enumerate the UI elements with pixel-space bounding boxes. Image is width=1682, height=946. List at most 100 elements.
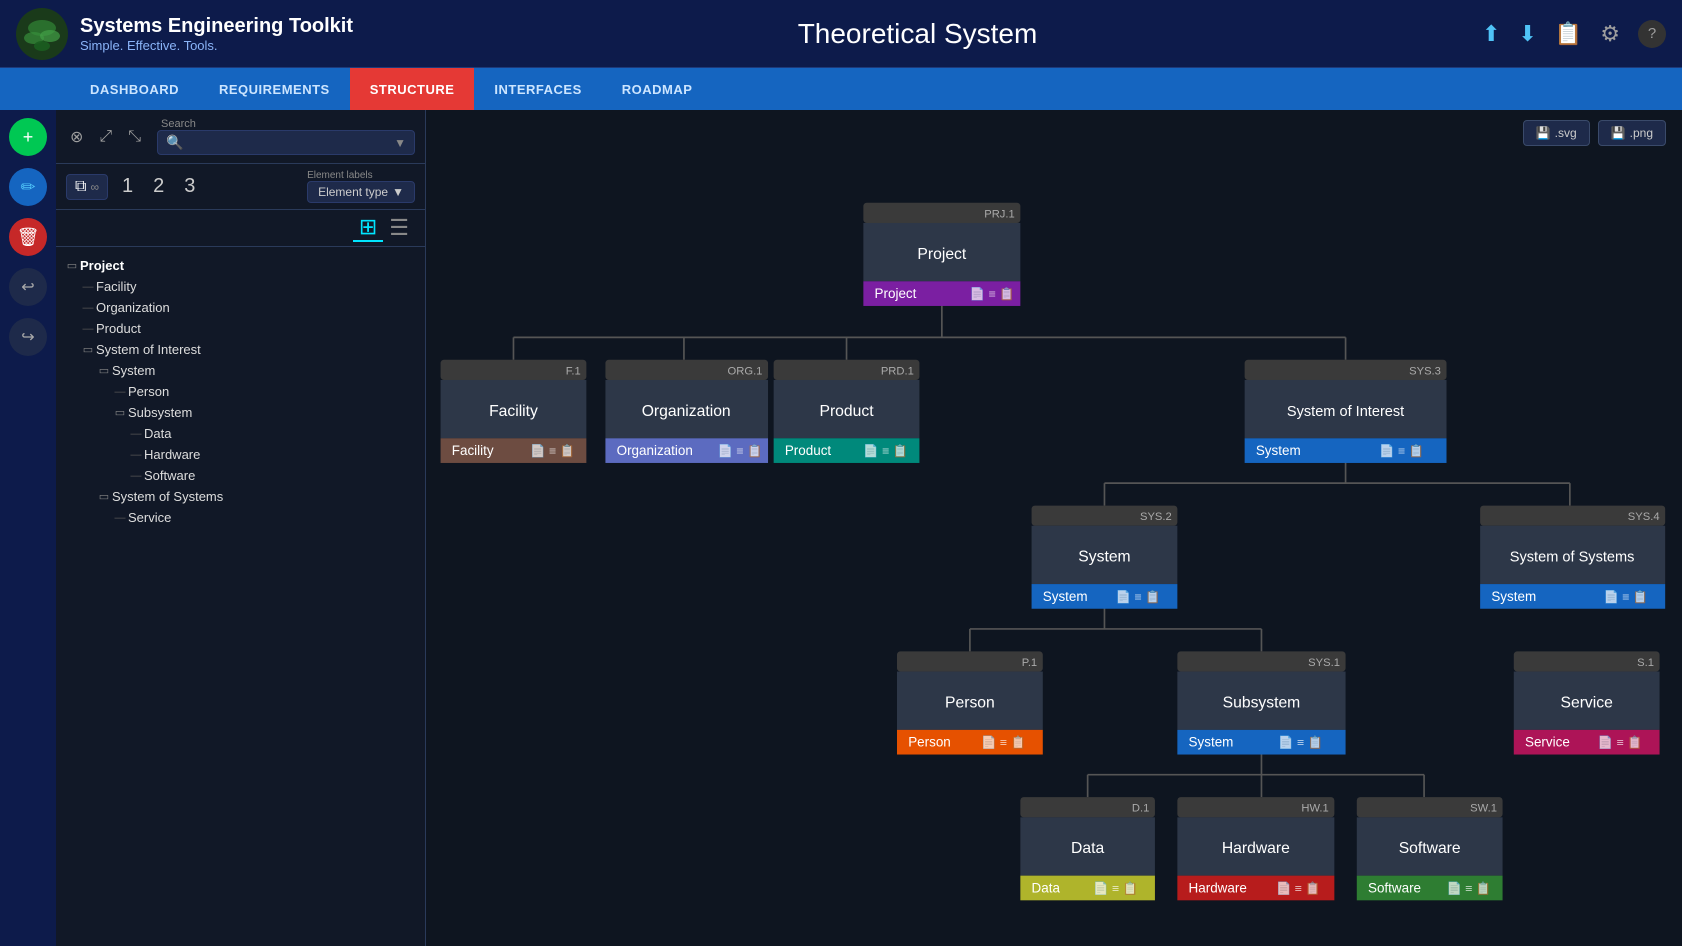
tree-item-data[interactable]: Data xyxy=(56,423,425,444)
tree-item-software[interactable]: Software xyxy=(56,465,425,486)
svg-text:System: System xyxy=(1256,443,1301,458)
node-hw1[interactable]: HW.1 Hardware Hardware 📄 ≡ 📋 xyxy=(1177,797,1334,900)
tree-item-system[interactable]: ▭ System xyxy=(56,360,425,381)
svg-text:Facility: Facility xyxy=(452,443,494,458)
tree-item-subsystem[interactable]: ▭ Subsystem xyxy=(56,402,425,423)
add-button[interactable]: + xyxy=(9,118,47,156)
close-btn[interactable]: ⊗ xyxy=(66,125,87,149)
tree-item-product[interactable]: Product xyxy=(56,318,425,339)
export-png-btn[interactable]: 💾 .png xyxy=(1598,120,1666,146)
search-input[interactable] xyxy=(189,135,388,150)
node-sys3[interactable]: SYS.3 System of Interest System 📄 ≡ 📋 xyxy=(1245,360,1447,463)
depth-toolbar: ⧉ ∞ 1 2 3 Element labels Element type ▼ xyxy=(56,164,425,210)
app-subtitle: Simple. Effective. Tools. xyxy=(80,38,353,53)
tree-label-organization: Organization xyxy=(96,300,170,315)
export-svg-btn[interactable]: 💾 .svg xyxy=(1523,120,1590,146)
layers-icon: ⧉ xyxy=(75,178,86,196)
svg-text:F.1: F.1 xyxy=(566,365,581,377)
tree-toggle-soi[interactable]: ▭ xyxy=(80,343,96,356)
search-label: Search xyxy=(161,118,415,130)
export-buttons: 💾 .svg 💾 .png xyxy=(1523,120,1666,146)
diagram-svg: PRJ.1 Project Project 📄 ≡ 📋 F.1 Facility… xyxy=(426,110,1682,946)
search-dropdown-icon[interactable]: ▼ xyxy=(394,136,406,150)
nav-dashboard[interactable]: DASHBOARD xyxy=(70,68,199,110)
tree-label-software: Software xyxy=(144,468,195,483)
svg-text:SYS.4: SYS.4 xyxy=(1628,511,1660,523)
svg-text:📄 ≡ 📋: 📄 ≡ 📋 xyxy=(1276,880,1321,895)
svg-text:SYS.2: SYS.2 xyxy=(1140,511,1172,523)
svg-text:Organization: Organization xyxy=(642,403,731,420)
tree-toolbar: ⊗ ⤢ ⤡ Search 🔍 ▼ xyxy=(56,110,425,164)
diagram-area: 💾 .svg 💾 .png xyxy=(426,110,1682,946)
infinity-symbol: ∞ xyxy=(90,180,99,194)
svg-text:Project: Project xyxy=(875,286,917,301)
depth-2-btn[interactable]: 2 xyxy=(147,173,170,200)
tree-item-hardware[interactable]: Hardware xyxy=(56,444,425,465)
node-f1[interactable]: F.1 Facility Facility 📄 ≡ 📋 xyxy=(441,360,587,463)
svg-text:Data: Data xyxy=(1071,840,1104,857)
svg-text:SYS.1: SYS.1 xyxy=(1308,657,1340,669)
tree-toggle-system[interactable]: ▭ xyxy=(96,364,112,377)
svg-text:📄 ≡ 📋: 📄 ≡ 📋 xyxy=(1116,589,1161,604)
tree-toggle-sos[interactable]: ▭ xyxy=(96,490,112,503)
svg-text:Subsystem: Subsystem xyxy=(1223,694,1301,711)
tree-view-btn[interactable]: ⊞ xyxy=(353,214,383,242)
delete-button[interactable]: 🗑 xyxy=(9,218,47,256)
tree-item-organization[interactable]: Organization xyxy=(56,297,425,318)
nav-structure[interactable]: STRUCTURE xyxy=(350,68,475,110)
svg-text:📄 ≡ 📋: 📄 ≡ 📋 xyxy=(1447,880,1492,895)
tree-item-facility[interactable]: Facility xyxy=(56,276,425,297)
redo-button[interactable]: ↪ xyxy=(9,318,47,356)
svg-text:PRD.1: PRD.1 xyxy=(881,365,914,377)
list-view-btn[interactable]: ☰ xyxy=(383,215,415,241)
svg-text:System of Interest: System of Interest xyxy=(1287,404,1404,420)
depth-1-btn[interactable]: 1 xyxy=(116,173,139,200)
node-sys4[interactable]: SYS.4 System of Systems System 📄 ≡ 📋 xyxy=(1480,506,1665,609)
node-s1[interactable]: S.1 Service Service 📄 ≡ 📋 xyxy=(1514,651,1660,754)
node-org1[interactable]: ORG.1 Organization Organization 📄 ≡ 📋 xyxy=(605,360,768,463)
sidebar-icons: + ✏ 🗑 ↩ ↪ xyxy=(0,110,56,946)
tree-toggle-project[interactable]: ▭ xyxy=(64,259,80,272)
svg-text:System: System xyxy=(1491,589,1536,604)
tree-label-hardware: Hardware xyxy=(144,447,200,462)
tree-item-project[interactable]: ▭ Project xyxy=(56,255,425,276)
layers-btn[interactable]: ⧉ ∞ xyxy=(66,174,108,200)
node-prd1[interactable]: PRD.1 Product Product 📄 ≡ 📋 xyxy=(774,360,920,463)
tree-label-soi: System of Interest xyxy=(96,342,201,357)
project-title: Theoretical System xyxy=(798,18,1038,49)
tree-item-soi[interactable]: ▭ System of Interest xyxy=(56,339,425,360)
upload-icon[interactable]: ⬆ xyxy=(1482,21,1500,47)
svg-text:HW.1: HW.1 xyxy=(1301,803,1328,815)
node-sys1[interactable]: SYS.1 Subsystem System 📄 ≡ 📋 xyxy=(1177,651,1345,754)
download-icon[interactable]: ⬇ xyxy=(1518,21,1536,47)
undo-button[interactable]: ↩ xyxy=(9,268,47,306)
element-labels-dropdown[interactable]: Element type ▼ xyxy=(307,181,415,203)
gear-icon[interactable]: ⚙ xyxy=(1600,21,1620,47)
tree-content: ▭ Project Facility Organization Product xyxy=(56,247,425,946)
svg-text:Person: Person xyxy=(945,694,995,711)
node-d1[interactable]: D.1 Data Data 📄 ≡ 📋 xyxy=(1020,797,1155,900)
copy-icon[interactable]: 📋 xyxy=(1555,21,1582,47)
save-svg-icon: 💾 xyxy=(1536,126,1551,140)
tree-item-person[interactable]: Person xyxy=(56,381,425,402)
svg-text:S.1: S.1 xyxy=(1637,657,1654,669)
node-p1[interactable]: P.1 Person Person 📄 ≡ 📋 xyxy=(897,651,1043,754)
nav-roadmap[interactable]: ROADMAP xyxy=(602,68,713,110)
node-sys2[interactable]: SYS.2 System System 📄 ≡ 📋 xyxy=(1032,506,1178,609)
collapse-btn[interactable]: ⤡ xyxy=(124,126,145,148)
nav-requirements[interactable]: REQUIREMENTS xyxy=(199,68,350,110)
tree-item-service[interactable]: Service xyxy=(56,507,425,528)
svg-text:📄 ≡ 📋: 📄 ≡ 📋 xyxy=(970,286,1015,301)
svg-text:SW.1: SW.1 xyxy=(1470,803,1497,815)
node-prj1[interactable]: PRJ.1 Project Project 📄 ≡ 📋 xyxy=(863,203,1020,306)
tree-toggle-subsystem[interactable]: ▭ xyxy=(112,406,128,419)
svg-text:System: System xyxy=(1189,735,1234,750)
depth-3-btn[interactable]: 3 xyxy=(178,173,201,200)
nav-interfaces[interactable]: INTERFACES xyxy=(474,68,601,110)
expand-btn[interactable]: ⤢ xyxy=(95,126,116,148)
node-sw1[interactable]: SW.1 Software Software 📄 ≡ 📋 xyxy=(1357,797,1503,900)
tree-item-sos[interactable]: ▭ System of Systems xyxy=(56,486,425,507)
svg-text:Product: Product xyxy=(819,403,874,420)
help-icon[interactable]: ? xyxy=(1638,20,1666,48)
edit-button[interactable]: ✏ xyxy=(9,168,47,206)
